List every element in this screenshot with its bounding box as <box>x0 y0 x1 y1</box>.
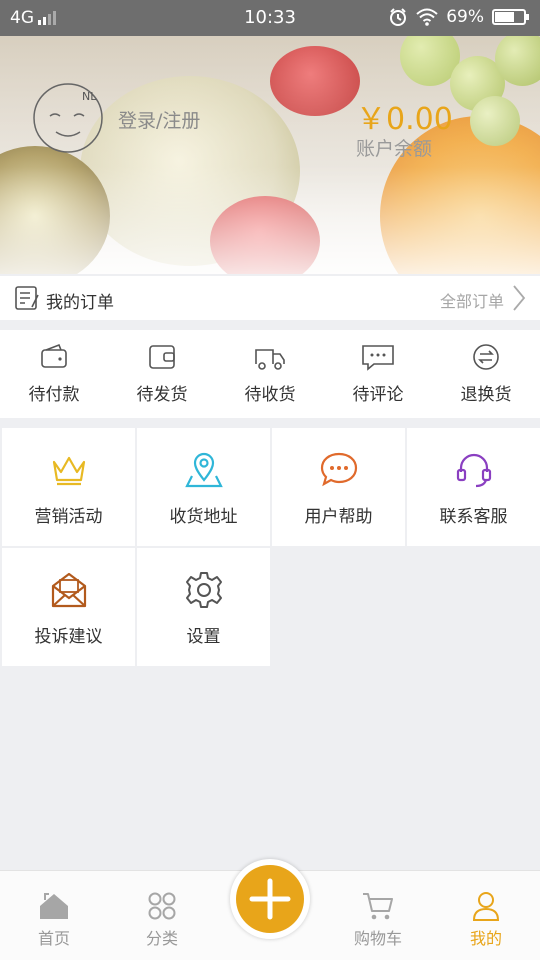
add-button[interactable] <box>230 859 310 939</box>
tab-home[interactable]: 首页 <box>14 891 94 949</box>
user-icon <box>472 892 500 921</box>
service-settings[interactable]: 设置 <box>137 548 270 666</box>
service-help[interactable]: 用户帮助 <box>272 428 405 546</box>
chat-bubble-icon <box>320 452 357 487</box>
my-orders-title: 我的订单 <box>46 293 114 313</box>
status-label: 待评论 <box>352 385 404 405</box>
avatar[interactable]: NL <box>30 80 106 156</box>
status-bar: 4G 10:33 69% <box>0 0 540 36</box>
wallet-icon <box>41 343 67 368</box>
order-status-pending-payment[interactable]: 待付款 <box>0 330 108 418</box>
order-status-pending-review[interactable]: 待评论 <box>324 330 432 418</box>
purse-icon <box>149 345 175 369</box>
location-icon <box>184 452 223 488</box>
cart-icon <box>363 893 393 920</box>
service-label: 收货地址 <box>169 507 238 527</box>
login-register-link[interactable]: 登录/注册 <box>118 106 200 133</box>
order-status-pending-receipt[interactable]: 待收货 <box>216 330 324 418</box>
wifi-icon <box>416 8 438 26</box>
service-label: 投诉建议 <box>34 627 103 647</box>
all-orders-link[interactable]: 全部订单 <box>440 288 504 312</box>
avatar-text: NL <box>82 90 97 103</box>
comment-icon <box>362 345 394 371</box>
alarm-icon <box>390 8 407 26</box>
status-label: 待收货 <box>244 385 296 405</box>
service-label: 用户帮助 <box>304 507 373 527</box>
tab-category[interactable]: 分类 <box>122 891 202 949</box>
headset-icon <box>456 453 491 488</box>
service-marketing[interactable]: 营销活动 <box>2 428 135 546</box>
tab-label: 首页 <box>37 929 70 948</box>
my-orders-row[interactable]: 我的订单 全部订单 <box>0 276 540 320</box>
battery-icon <box>492 9 529 25</box>
tab-label: 购物车 <box>353 929 402 948</box>
status-label: 待发货 <box>136 385 188 405</box>
service-label: 营销活动 <box>34 507 103 527</box>
add-button-circle <box>236 865 304 933</box>
order-status-pending-shipment[interactable]: 待发货 <box>108 330 216 418</box>
truck-icon <box>255 349 285 370</box>
service-label: 设置 <box>186 627 221 647</box>
services-grid: 营销活动 收货地址 用户帮助 联系客服 投诉建议 设置 <box>0 428 540 666</box>
gear-icon <box>185 572 222 608</box>
service-address[interactable]: 收货地址 <box>137 428 270 546</box>
battery-percent: 69% <box>446 7 484 27</box>
crown-icon <box>52 456 85 486</box>
service-label: 联系客服 <box>439 507 508 527</box>
chevron-right-icon[interactable] <box>512 284 526 312</box>
order-status-row: 待付款 待发货 待收货 待评论 退换货 <box>0 330 540 418</box>
account-balance: ￥0.00 <box>356 102 453 137</box>
orders-list-icon <box>15 286 39 310</box>
tab-mine[interactable]: 我的 <box>446 891 526 949</box>
bottom-tab-bar: 首页 分类 购物车 我的 <box>0 859 540 960</box>
account-balance-label: 账户余额 <box>356 138 433 160</box>
envelope-icon <box>51 572 86 608</box>
exchange-icon <box>473 344 499 370</box>
home-icon <box>40 893 68 919</box>
order-status-returns[interactable]: 退换货 <box>432 330 540 418</box>
status-label: 待付款 <box>28 385 80 405</box>
status-label: 退换货 <box>460 385 512 405</box>
tab-label: 我的 <box>469 929 502 948</box>
service-feedback[interactable]: 投诉建议 <box>2 548 135 666</box>
tab-label: 分类 <box>145 929 178 948</box>
category-icon <box>148 892 176 920</box>
profile-header: NL 登录/注册 ￥0.00 账户余额 <box>0 36 540 274</box>
plus-icon <box>249 878 291 920</box>
service-customer-support[interactable]: 联系客服 <box>407 428 540 546</box>
status-icons: 69% <box>388 7 529 27</box>
tab-cart[interactable]: 购物车 <box>338 891 418 949</box>
battery-level <box>495 12 515 22</box>
